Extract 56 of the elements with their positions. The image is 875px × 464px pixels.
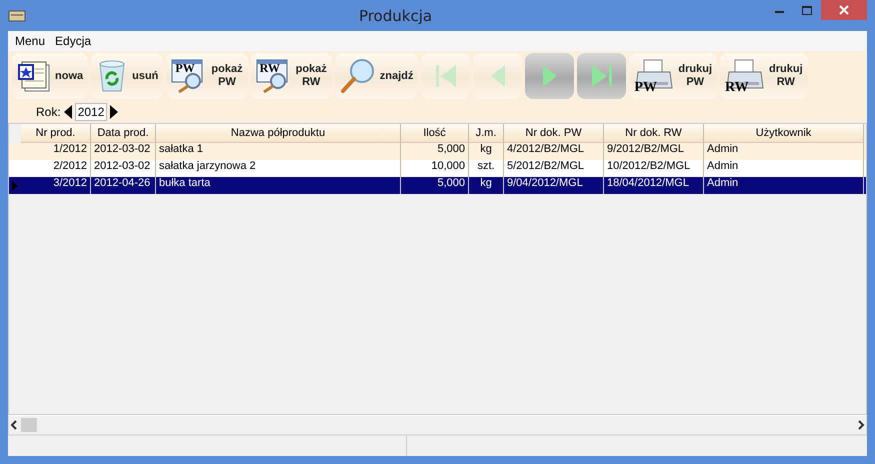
skip-last-icon <box>590 63 613 89</box>
right-triangle-icon <box>542 63 558 89</box>
year-label: Rok: <box>36 105 61 119</box>
table-cell: kg <box>469 177 504 194</box>
column-header[interactable]: Data prod. <box>91 124 156 143</box>
current-row-icon <box>12 180 18 190</box>
menu-item[interactable]: Edycja <box>50 34 96 48</box>
app-icon <box>8 8 26 22</box>
column-header[interactable]: Ilość <box>401 124 469 143</box>
last-record-button[interactable] <box>577 53 626 99</box>
table-cell: bułka tarta <box>156 177 401 194</box>
horizontal-scrollbar[interactable] <box>8 415 867 435</box>
scroll-right-icon <box>856 420 866 430</box>
previous-year-button[interactable] <box>64 105 72 119</box>
table-row[interactable]: 3/2012 2012-04-26 bułka tarta 5,000 kg 9/04/2012/MGL 18/04/2012/MGL Admin <box>9 177 866 194</box>
icon-label: PW <box>175 61 195 76</box>
skip-first-icon <box>434 63 457 89</box>
year-field[interactable]: 2012 <box>74 103 108 121</box>
maximize-icon <box>802 6 812 14</box>
toolbar-button[interactable]: RW drukuj RW <box>720 53 808 99</box>
window-title: Produkcja <box>358 6 434 24</box>
column-header[interactable]: Nazwa półproduktu <box>156 124 401 143</box>
column-header[interactable]: J.m. <box>469 124 504 143</box>
table-cell: 2012-04-26 <box>91 177 156 194</box>
toolbar-button[interactable]: znajdź <box>334 53 418 99</box>
scrollbar-thumb[interactable] <box>21 418 37 432</box>
next-year-button[interactable] <box>110 105 118 119</box>
left-triangle-icon <box>64 105 72 119</box>
scroll-left-icon <box>9 420 19 430</box>
toolbar-button[interactable]: nowa <box>12 53 88 99</box>
column-header[interactable]: Użytkownik <box>704 124 864 143</box>
toolbar-button[interactable]: RW pokaż RW <box>250 53 332 99</box>
table-cell: 18/04/2012/MGL <box>604 177 704 194</box>
document-star-icon <box>17 59 51 93</box>
column-header[interactable]: Nr dok. PW <box>504 124 604 143</box>
icon-label: PW <box>634 80 657 96</box>
table-row[interactable]: 2/2012 2012-03-02 sałatka jarzynowa 2 10,000 szt. 5/2012/B2/MGL 10/2012/B2/MGL Admin <box>9 160 866 177</box>
search-icon <box>340 58 376 94</box>
toolbar-button[interactable]: usuń <box>91 53 164 99</box>
menu-item[interactable]: Menu <box>10 34 50 48</box>
column-header[interactable]: Nr prod. <box>21 124 91 143</box>
column-header[interactable]: Nr dok. RW <box>604 124 704 143</box>
close-icon <box>839 5 849 15</box>
toolbar-button[interactable]: PW drukuj PW <box>629 53 718 99</box>
table-cell: 5,000 <box>401 177 469 194</box>
left-triangle-icon <box>490 63 506 89</box>
icon-label: RW <box>260 61 280 76</box>
table-row[interactable]: 1/2012 2012-03-02 sałatka 1 5,000 kg 4/2012/B2/MGL 9/2012/B2/MGL Admin <box>9 143 866 160</box>
toolbar-button[interactable]: PW pokaż PW <box>166 53 248 99</box>
close-button[interactable] <box>821 0 867 20</box>
table-cell: Admin <box>704 177 864 194</box>
next-record-button[interactable] <box>525 53 574 99</box>
table-cell: 3/2012 <box>21 177 91 194</box>
table-cell: 9/04/2012/MGL <box>504 177 604 194</box>
right-triangle-icon <box>110 105 118 119</box>
icon-label: RW <box>725 80 749 96</box>
